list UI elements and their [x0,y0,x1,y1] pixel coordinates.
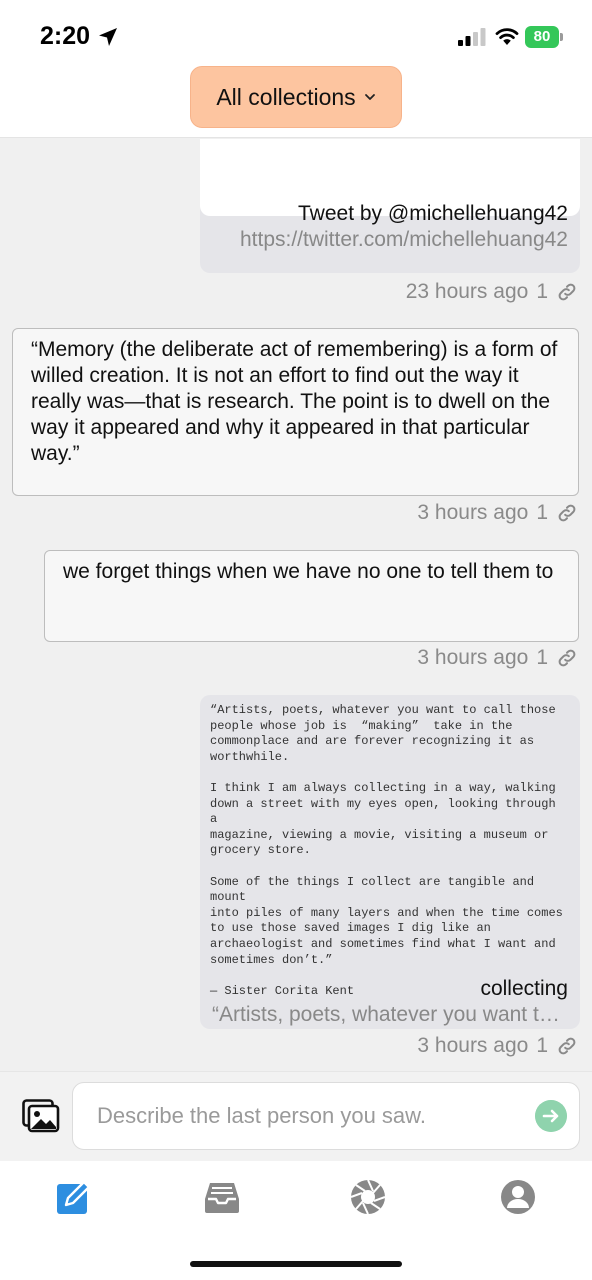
entry-input-field[interactable] [72,1082,580,1150]
link-icon[interactable] [556,1035,578,1057]
aperture-icon[interactable] [348,1177,388,1217]
link-count: 1 [536,280,548,303]
text-entry-content: “Memory (the deliberate act of rememberi… [31,338,558,465]
battery-indicator: 80 [525,26,563,48]
chevron-down-icon [364,94,375,100]
note-card-image-text: “Artists, poets, whatever you want to ca… [210,703,563,998]
location-arrow-icon [99,28,117,46]
collections-label: All collections [216,83,356,110]
item-meta: 3 hours ago 1 [417,1034,578,1058]
item-timestamp: 3 hours ago [417,1034,529,1057]
collections-dropdown-button[interactable]: All collections [190,66,402,128]
link-icon[interactable] [556,281,578,303]
item-timestamp: 3 hours ago [417,501,529,524]
entry-input[interactable] [97,1083,517,1149]
link-card[interactable]: Tweet by @michellehuang42 https://twitte… [200,139,580,273]
text-entry[interactable]: “Memory (the deliberate act of rememberi… [12,328,579,496]
item-meta: 3 hours ago 1 [417,501,578,525]
note-card[interactable]: “Artists, poets, whatever you want to ca… [200,695,580,1029]
link-count: 1 [536,501,548,524]
note-card-title: collecting [480,977,568,1000]
link-card-url: https://twitter.com/michellehuang42 [239,228,568,251]
status-bar: 2:20 80 [0,0,592,66]
item-meta: 3 hours ago 1 [417,646,578,670]
battery-tip [560,33,563,41]
header: All collections [0,66,592,138]
item-meta: 23 hours ago 1 [406,280,578,304]
link-icon[interactable] [556,647,578,669]
battery-level: 80 [525,26,559,48]
home-indicator [190,1261,402,1267]
feed[interactable]: Tweet by @michellehuang42 https://twitte… [0,139,592,1071]
photo-gallery-icon[interactable] [22,1099,60,1133]
link-card-title: Tweet by @michellehuang42 [298,202,568,225]
inbox-icon[interactable] [202,1177,242,1217]
text-entry-content: we forget things when we have no one to … [63,560,554,583]
link-count: 1 [536,1034,548,1057]
composer [0,1071,592,1161]
note-card-preview: “Artists, poets, whatever you want to ca… [212,1003,568,1026]
text-entry[interactable]: we forget things when we have no one to … [44,550,579,642]
wifi-icon [495,28,519,45]
item-timestamp: 23 hours ago [405,280,529,303]
item-timestamp: 3 hours ago [417,646,529,669]
status-time: 2:20 [40,22,91,50]
profile-icon[interactable] [498,1177,538,1217]
link-icon[interactable] [556,502,578,524]
send-arrow-icon[interactable] [535,1100,567,1132]
link-count: 1 [536,646,548,669]
cellular-signal-icon [458,28,486,46]
compose-icon[interactable] [54,1177,94,1217]
